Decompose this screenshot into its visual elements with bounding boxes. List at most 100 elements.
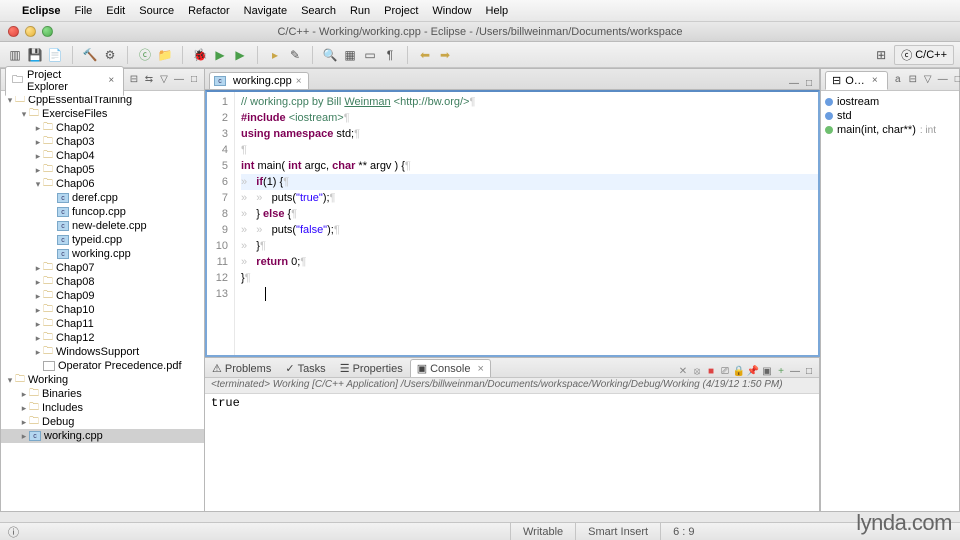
maximize-icon[interactable]: □: [952, 74, 960, 86]
window-close-button[interactable]: [8, 26, 19, 37]
tree-item-label: Working: [28, 374, 68, 386]
cpp-file-icon: c: [57, 249, 69, 259]
open-task-button[interactable]: ✎: [286, 46, 304, 64]
console-output[interactable]: true: [205, 394, 819, 511]
outline-item[interactable]: iostream: [825, 95, 955, 109]
debug-button[interactable]: 🐞: [191, 46, 209, 64]
project-explorer-tab[interactable]: 🗀 Project Explorer ×: [5, 66, 124, 96]
tree-item[interactable]: cworking.cpp: [1, 247, 204, 261]
tree-item[interactable]: ▸cworking.cpp: [1, 429, 204, 443]
outline-tree[interactable]: iostream std main(int, char**): int: [821, 91, 959, 511]
view-menu-icon[interactable]: ▽: [158, 74, 170, 86]
new-button[interactable]: ▥: [6, 46, 24, 64]
link-editor-icon[interactable]: ⇆: [143, 74, 155, 86]
build-button[interactable]: 🔨: [81, 46, 99, 64]
tree-item[interactable]: ▸🗀Chap12: [1, 331, 204, 345]
search-button[interactable]: 🔍: [321, 46, 339, 64]
menu-project[interactable]: Project: [384, 5, 418, 17]
tasks-tab[interactable]: ✓Tasks: [278, 359, 332, 377]
close-icon[interactable]: ×: [477, 363, 483, 375]
show-whitespace-button[interactable]: ¶: [381, 46, 399, 64]
perspective-cpp[interactable]: ⓒ C/C++: [894, 45, 954, 65]
maximize-icon[interactable]: □: [803, 77, 815, 89]
tree-item[interactable]: ▸🗀Chap07: [1, 261, 204, 275]
outline-tab[interactable]: ⊟ O… ×: [825, 71, 888, 90]
problems-tab[interactable]: ⚠Problems: [205, 359, 278, 377]
minimize-icon[interactable]: —: [789, 365, 801, 377]
menu-source[interactable]: Source: [139, 5, 174, 17]
nav-forward-button[interactable]: ➡: [436, 46, 454, 64]
toggle-block-button[interactable]: ▭: [361, 46, 379, 64]
tree-item[interactable]: ▾🗀Chap06: [1, 177, 204, 191]
close-tab-icon[interactable]: ×: [296, 76, 302, 87]
open-perspective-button[interactable]: ⊞: [872, 46, 890, 64]
new-folder-button[interactable]: 📁: [156, 46, 174, 64]
minimize-icon[interactable]: —: [173, 74, 185, 86]
remove-launch-icon[interactable]: ✕: [677, 365, 689, 377]
sort-icon[interactable]: a: [892, 74, 904, 86]
tree-item[interactable]: ▸🗀Chap02: [1, 121, 204, 135]
main-toolbar: ▥ 💾 📄 🔨 ⚙ ⓒ 📁 🐞 ▶ ▶ ▸ ✎ 🔍 ▦ ▭ ¶ ⬅ ➡ ⊞ ⓒ …: [0, 42, 960, 68]
open-console-icon[interactable]: +: [775, 365, 787, 377]
external-tools-button[interactable]: ▸: [266, 46, 284, 64]
scroll-lock-icon[interactable]: 🔒: [733, 365, 745, 377]
tree-item[interactable]: ▸🗀Chap09: [1, 289, 204, 303]
tree-item[interactable]: Operator Precedence.pdf: [1, 359, 204, 373]
menu-search[interactable]: Search: [301, 5, 336, 17]
tree-item[interactable]: ▾🗀ExerciseFiles: [1, 107, 204, 121]
tree-item[interactable]: ▸🗀Chap05: [1, 163, 204, 177]
tree-item[interactable]: cfuncop.cpp: [1, 205, 204, 219]
terminate-icon[interactable]: ■: [705, 365, 717, 377]
properties-tab[interactable]: ☰Properties: [333, 359, 410, 377]
close-icon[interactable]: ×: [869, 75, 881, 87]
collapse-all-icon[interactable]: ⊟: [128, 74, 140, 86]
tree-item[interactable]: ctypeid.cpp: [1, 233, 204, 247]
tree-item[interactable]: cnew-delete.cpp: [1, 219, 204, 233]
menu-navigate[interactable]: Navigate: [244, 5, 287, 17]
menu-file[interactable]: File: [75, 5, 93, 17]
tree-item[interactable]: ▸🗀Debug: [1, 415, 204, 429]
profile-button[interactable]: ▶: [231, 46, 249, 64]
menu-edit[interactable]: Edit: [106, 5, 125, 17]
tree-item[interactable]: ▸🗀Chap11: [1, 317, 204, 331]
display-selected-icon[interactable]: ▣: [761, 365, 773, 377]
menu-help[interactable]: Help: [486, 5, 509, 17]
window-minimize-button[interactable]: [25, 26, 36, 37]
menu-run[interactable]: Run: [350, 5, 370, 17]
outline-item[interactable]: main(int, char**): int: [825, 123, 955, 137]
editor-tab-working[interactable]: c working.cpp ×: [209, 72, 309, 89]
save-all-button[interactable]: 📄: [46, 46, 64, 64]
save-button[interactable]: 💾: [26, 46, 44, 64]
menu-window[interactable]: Window: [432, 5, 471, 17]
tree-item[interactable]: ▸🗀Chap08: [1, 275, 204, 289]
tree-item-label: working.cpp: [72, 248, 131, 260]
remove-all-icon[interactable]: ⦻: [691, 365, 703, 377]
view-menu-icon[interactable]: ▽: [922, 74, 934, 86]
tree-item[interactable]: ▸🗀Chap03: [1, 135, 204, 149]
app-menu[interactable]: Eclipse: [22, 5, 61, 17]
minimize-icon[interactable]: —: [788, 77, 800, 89]
outline-item[interactable]: std: [825, 109, 955, 123]
maximize-icon[interactable]: □: [803, 365, 815, 377]
hide-fields-icon[interactable]: ⊟: [907, 74, 919, 86]
close-icon[interactable]: ×: [106, 75, 117, 87]
code-editor[interactable]: 12345678910111213 // working.cpp by Bill…: [205, 90, 820, 357]
tree-item[interactable]: ▸🗀Chap10: [1, 303, 204, 317]
console-tab[interactable]: ▣Console×: [410, 359, 491, 377]
nav-back-button[interactable]: ⬅: [416, 46, 434, 64]
project-tree[interactable]: ▾🗀CppEssentialTraining▾🗀ExerciseFiles▸🗀C…: [1, 91, 204, 511]
build-config-button[interactable]: ⚙: [101, 46, 119, 64]
toggle-mark-button[interactable]: ▦: [341, 46, 359, 64]
minimize-icon[interactable]: —: [937, 74, 949, 86]
tree-item[interactable]: ▸🗀WindowsSupport: [1, 345, 204, 359]
pin-console-icon[interactable]: 📌: [747, 365, 759, 377]
window-zoom-button[interactable]: [42, 26, 53, 37]
window-titlebar: C/C++ - Working/working.cpp - Eclipse - …: [0, 22, 960, 42]
run-button[interactable]: ▶: [211, 46, 229, 64]
clear-console-icon[interactable]: ⎚: [719, 365, 731, 377]
tree-item[interactable]: cderef.cpp: [1, 191, 204, 205]
menu-refactor[interactable]: Refactor: [188, 5, 230, 17]
maximize-icon[interactable]: □: [188, 74, 200, 86]
tree-item[interactable]: ▸🗀Chap04: [1, 149, 204, 163]
new-class-button[interactable]: ⓒ: [136, 46, 154, 64]
